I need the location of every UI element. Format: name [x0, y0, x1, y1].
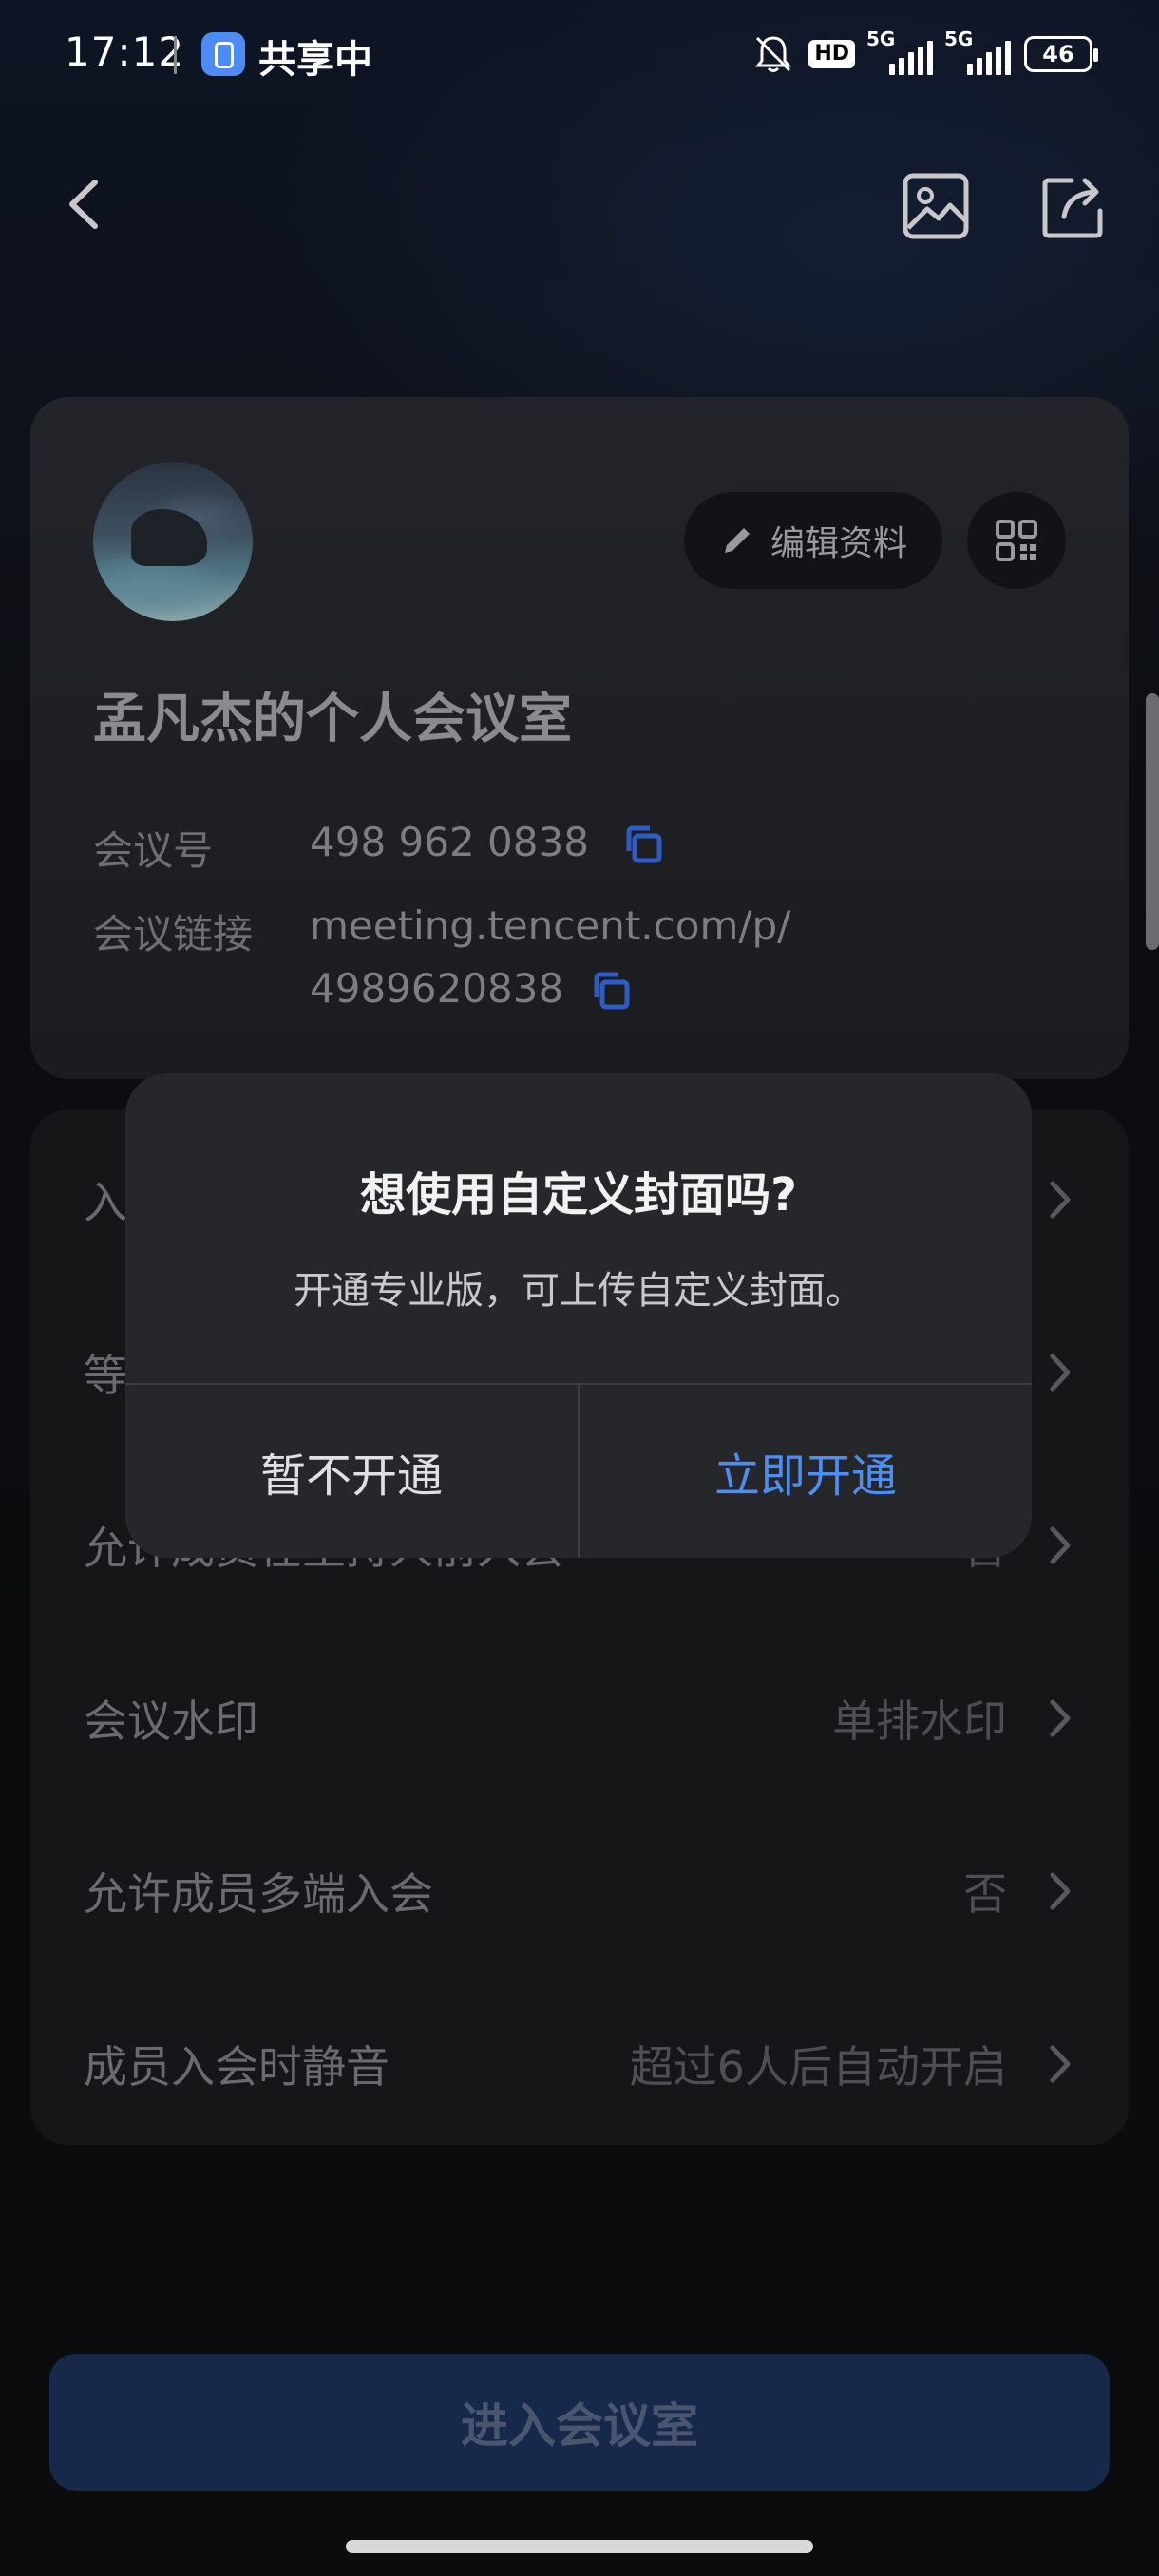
chevron-right-icon — [1050, 1699, 1071, 1737]
share-icon[interactable] — [1039, 171, 1106, 241]
upgrade-dialog: 想使用自定义封面吗? 开通专业版，可上传自定义封面。 暂不开通 立即开通 — [125, 1073, 1032, 1558]
settings-row-value: 超过6人后自动开启 — [629, 2041, 1007, 2093]
settings-row-multi-device[interactable]: 允许成员多端入会 否 — [30, 1805, 1129, 1978]
avatar[interactable] — [93, 462, 253, 621]
status-time: 17:12 — [65, 28, 185, 75]
signal-icon-2: 5G — [944, 28, 1011, 75]
qr-code-icon — [996, 520, 1037, 561]
back-icon[interactable] — [57, 171, 114, 237]
bell-muted-icon — [755, 36, 792, 72]
chevron-right-icon — [1050, 1354, 1071, 1392]
meeting-link-line2: 4989620838 — [310, 965, 564, 1012]
settings-row-watermark[interactable]: 会议水印 单排水印 — [30, 1632, 1129, 1805]
sharing-status: 共享中 — [258, 38, 372, 82]
signal-icon: 5G — [866, 28, 933, 75]
chevron-right-icon — [1050, 2045, 1071, 2083]
status-divider — [174, 36, 177, 74]
copy-icon[interactable] — [621, 823, 665, 866]
image-icon[interactable] — [901, 171, 971, 241]
battery-level: 46 — [1042, 41, 1074, 67]
pencil-icon — [724, 528, 750, 553]
battery-icon: 46 — [1024, 36, 1098, 72]
settings-row-label: 会议水印 — [84, 1695, 258, 1747]
enter-meeting-room-button[interactable]: 进入会议室 — [49, 2354, 1110, 2491]
enter-meeting-room-label: 进入会议室 — [461, 2398, 698, 2453]
status-bar: 17:12 共享中 HD 5G 5G 46 — [0, 0, 1159, 114]
copy-link-icon[interactable] — [589, 969, 633, 1013]
settings-row-value: 单排水印 — [832, 1695, 1007, 1747]
chevron-right-icon — [1050, 1181, 1071, 1219]
settings-row-label: 等 — [84, 1350, 127, 1401]
edit-profile-label: 编辑资料 — [770, 524, 907, 563]
settings-row-mute-on-join[interactable]: 成员入会时静音 超过6人后自动开启 — [30, 1978, 1129, 2150]
network-type: 5G — [866, 28, 896, 50]
home-indicator[interactable] — [346, 2540, 813, 2553]
qr-code-button[interactable] — [967, 492, 1066, 589]
dialog-title: 想使用自定义封面吗? — [360, 1168, 797, 1222]
settings-row-label: 允许成员多端入会 — [84, 1868, 433, 1920]
scrollbar[interactable] — [1146, 693, 1159, 950]
room-title: 孟凡杰的个人会议室 — [93, 689, 572, 750]
meeting-id-label: 会议号 — [93, 827, 214, 874]
meeting-link-label: 会议链接 — [93, 911, 254, 957]
chevron-right-icon — [1050, 1872, 1071, 1910]
hd-badge: HD — [808, 40, 855, 68]
edit-profile-button[interactable]: 编辑资料 — [684, 492, 942, 589]
confirm-button[interactable]: 立即开通 — [580, 1385, 1032, 1558]
status-icons: HD 5G 5G 46 — [751, 28, 1098, 78]
chevron-right-icon — [1050, 1526, 1071, 1564]
screen-share-icon — [201, 32, 245, 76]
settings-row-label: 成员入会时静音 — [84, 2041, 390, 2093]
settings-row-value: 否 — [963, 1868, 1007, 1920]
settings-row-label: 入 — [84, 1177, 127, 1228]
dialog-message: 开通专业版，可上传自定义封面。 — [294, 1269, 864, 1313]
network-type-2: 5G — [944, 28, 974, 50]
cancel-button[interactable]: 暂不开通 — [125, 1385, 578, 1558]
meeting-link-line1: meeting.tencent.com/p/ — [310, 902, 791, 949]
meeting-id-value: 498 962 0838 — [310, 819, 589, 865]
